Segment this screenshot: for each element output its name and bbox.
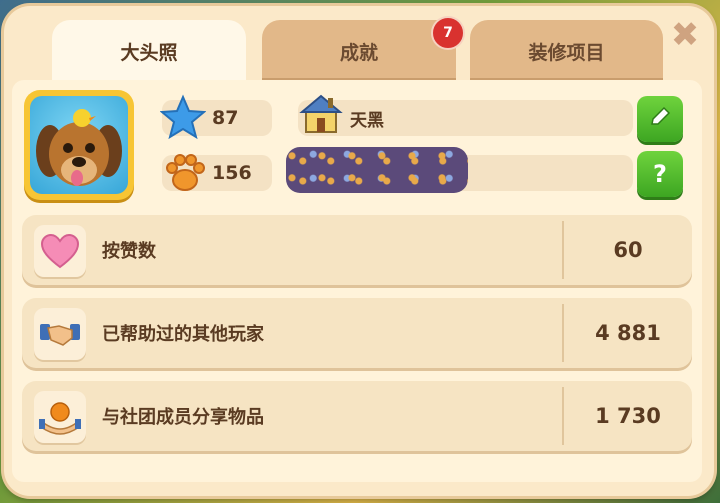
house-icon [298,90,344,141]
stat-label: 按赞数 [102,241,156,262]
stat-row-likes: 按赞数 60 [22,215,692,285]
pencil-icon [647,104,673,134]
paws-pill: 156 [162,154,272,191]
question-icon: ? [653,160,667,188]
stat-row-helped-players: 已帮助过的其他玩家 4 881 [22,298,692,368]
dog-avatar-image [30,96,128,194]
paws-count: 156 [212,162,252,184]
star-icon [159,94,207,145]
stat-row-shared-items: 与社团成员分享物品 1 730 [22,381,692,451]
player-name-pill [286,147,633,193]
gift-hands-icon [34,391,86,443]
town-name-pill: 天黑 [298,94,633,136]
tab-decorations[interactable]: 装修项目 [470,20,663,82]
stat-label: 已帮助过的其他玩家 [102,324,264,345]
avatar[interactable] [24,90,134,200]
heart-icon [34,225,86,277]
redacted-name-overlay [286,147,468,193]
stat-label: 与社团成员分享物品 [102,407,264,428]
tab-achievements[interactable]: 成就 [262,20,456,82]
stat-value: 1 730 [595,404,661,428]
stat-value: 4 881 [595,321,661,345]
stars-pill: 87 [159,94,272,140]
tab-profile-picture[interactable]: 大头照 [52,20,246,82]
help-button[interactable]: ? [637,151,683,197]
paw-icon [162,150,208,201]
edit-name-button[interactable] [637,96,683,142]
close-icon[interactable]: ✖ [668,18,702,52]
stat-value: 60 [613,238,643,262]
stars-count: 87 [212,107,239,129]
town-name: 天黑 [350,110,384,131]
handshake-icon [34,308,86,360]
achievements-badge: 7 [431,16,465,50]
